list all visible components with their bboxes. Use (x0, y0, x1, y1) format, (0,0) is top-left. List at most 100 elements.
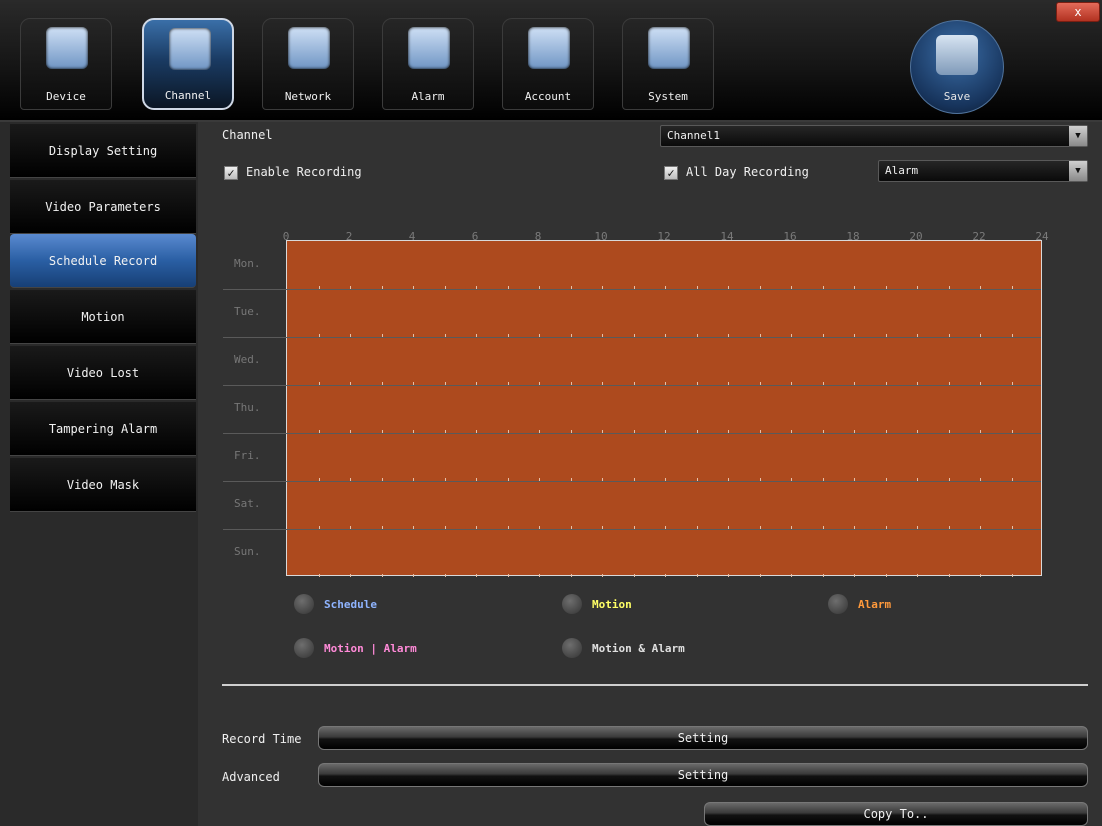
enable-recording-checkbox[interactable]: ✓ (224, 166, 238, 180)
legend-schedule: Schedule (294, 594, 377, 614)
advanced-setting-button[interactable]: Setting (318, 763, 1088, 787)
legend-motion: Motion (562, 594, 632, 614)
tab-alarm[interactable]: Alarm (382, 18, 474, 110)
sidebar-item-video-mask[interactable]: Video Mask (10, 458, 196, 512)
advanced-label: Advanced (222, 770, 280, 784)
row-divider (223, 433, 1041, 434)
system-icon (648, 27, 690, 69)
tab-label: System (648, 90, 688, 103)
schedule-grid-container: 0 2 4 6 8 10 12 14 16 18 20 22 24 Mon. Tue. Wed. Thu. Fr… (222, 230, 1049, 580)
row-divider (223, 481, 1041, 482)
hour-tick (854, 574, 855, 577)
sidebar-item-tampering-alarm[interactable]: Tampering Alarm (10, 402, 196, 456)
hour-tick (885, 574, 887, 577)
legend-label: Motion & Alarm (592, 641, 685, 655)
row-divider (223, 529, 1041, 530)
hour-tick (539, 574, 540, 577)
floppy-disk-icon (936, 35, 978, 75)
schedule-grid[interactable] (223, 240, 1042, 577)
legend-motion-and-alarm: Motion & Alarm (562, 638, 685, 658)
hour-tick (444, 574, 446, 577)
dropdown-arrow-icon: ▼ (1069, 161, 1087, 181)
record-time-label: Record Time (222, 732, 302, 746)
tab-label: Device (46, 90, 86, 103)
hour-tick (318, 574, 320, 577)
sidebar-item-label: Video Mask (66, 477, 140, 492)
device-icon (46, 27, 88, 69)
row-divider (223, 289, 1041, 290)
tab-network[interactable]: Network (262, 18, 354, 110)
network-icon (288, 27, 330, 69)
hour-tick (476, 574, 477, 577)
enable-recording-label: Enable Recording (246, 165, 362, 179)
hour-tick (791, 574, 792, 577)
tab-label: Network (284, 90, 332, 103)
tab-label: Alarm (411, 90, 445, 103)
legend-dot-icon (562, 638, 582, 658)
legend-dot-icon (828, 594, 848, 614)
save-button[interactable]: Save (910, 20, 1004, 114)
sidebar-item-video-lost[interactable]: Video Lost (10, 346, 196, 400)
legend-label: Motion | Alarm (324, 641, 417, 655)
hour-tick (980, 574, 981, 577)
sidebar: Display Setting Video Parameters Schedul… (0, 122, 198, 826)
hour-tick (633, 574, 635, 577)
sidebar-item-label: Tampering Alarm (48, 421, 158, 436)
hour-tick (570, 574, 572, 577)
day-label: Thu. (234, 401, 261, 414)
schedule-record-panel: Channel Channel1 ▼ ✓ Enable Recording ✓ … (198, 122, 1102, 826)
legend-label: Motion (592, 597, 632, 611)
sidebar-item-label: Video Parameters (45, 199, 161, 214)
account-icon (528, 27, 570, 69)
tab-label: Channel (164, 89, 212, 102)
copy-to-button[interactable]: Copy To.. (704, 802, 1088, 826)
tab-account[interactable]: Account (502, 18, 594, 110)
day-label: Fri. (234, 449, 261, 462)
legend-label: Alarm (858, 597, 892, 611)
channel-select[interactable]: Channel1 ▼ (660, 125, 1088, 147)
hour-tick (696, 574, 698, 577)
sidebar-item-schedule-record[interactable]: Schedule Record (10, 234, 196, 288)
channel-label: Channel (222, 128, 273, 142)
save-label: Save (943, 90, 971, 103)
hour-tick (602, 574, 603, 577)
tab-system[interactable]: System (622, 18, 714, 110)
sidebar-item-label: Display Setting (48, 143, 158, 158)
hour-tick (507, 574, 509, 577)
all-day-recording-checkbox[interactable]: ✓ (664, 166, 678, 180)
day-label: Tue. (234, 305, 261, 318)
alarm-icon (408, 27, 450, 69)
sidebar-item-label: Schedule Record (48, 253, 158, 268)
sidebar-item-video-parameters[interactable]: Video Parameters (10, 180, 196, 234)
legend-label: Schedule (324, 597, 377, 611)
record-type-select-value: Alarm (885, 164, 919, 177)
day-label: Wed. (234, 353, 261, 366)
tab-channel[interactable]: Channel (142, 18, 234, 110)
hour-tick (381, 574, 383, 577)
sidebar-item-motion[interactable]: Motion (10, 290, 196, 344)
tab-label: Account (524, 90, 572, 103)
row-divider (223, 385, 1041, 386)
all-day-recording-label: All Day Recording (686, 165, 809, 179)
hour-tick (822, 574, 824, 577)
record-time-setting-button[interactable]: Setting (318, 726, 1088, 750)
sidebar-item-label: Video Lost (66, 365, 140, 380)
day-label: Mon. (234, 257, 261, 270)
dropdown-arrow-icon: ▼ (1069, 126, 1087, 146)
sidebar-item-display-setting[interactable]: Display Setting (10, 124, 196, 178)
day-label: Sun. (234, 545, 261, 558)
tab-device[interactable]: Device (20, 18, 112, 110)
hour-tick (728, 574, 729, 577)
top-toolbar: Device Channel Network Alarm Account Sys… (0, 0, 1102, 122)
close-button[interactable]: x (1056, 2, 1100, 22)
hour-tick (948, 574, 950, 577)
hour-tick (759, 574, 761, 577)
hour-tick (665, 574, 666, 577)
legend-dot-icon (294, 638, 314, 658)
legend-motion-or-alarm: Motion | Alarm (294, 638, 417, 658)
section-divider (222, 684, 1088, 686)
legend-alarm: Alarm (828, 594, 891, 614)
record-type-select[interactable]: Alarm ▼ (878, 160, 1088, 182)
legend-dot-icon (562, 594, 582, 614)
sidebar-item-label: Motion (81, 309, 125, 324)
